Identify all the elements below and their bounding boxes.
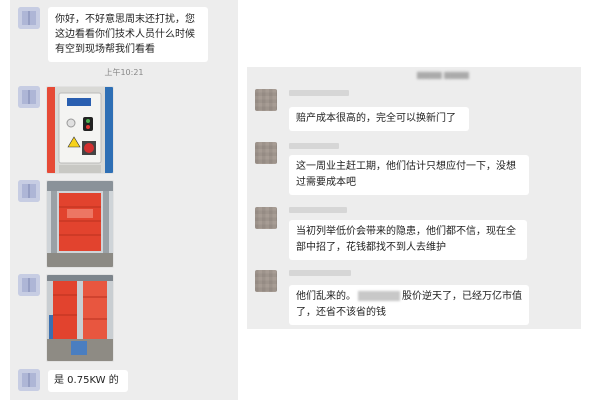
message-text-prefix: 他们乱来的。 (296, 291, 356, 302)
image-message-site[interactable] (46, 274, 114, 362)
message-text: 是 0.75KW 的 (54, 375, 119, 386)
control-box-photo-icon (47, 87, 113, 173)
left-chat-panel: 你好，不好意思周末还打扰，您这边看看你们技术人员什么时候有空到现场帮我们看看 上… (10, 0, 238, 400)
message-timestamp: 上午10:21 (104, 68, 144, 77)
pixelated-name (289, 143, 339, 149)
pixelated-avatar[interactable] (255, 207, 277, 229)
redacted-name (358, 291, 400, 301)
pixelated-avatar[interactable] (255, 142, 277, 164)
avatar-image-icon (18, 369, 40, 391)
pixelated-avatar[interactable] (255, 270, 277, 292)
contact-avatar[interactable] (18, 369, 40, 391)
message-text: 赔产成本很高的，完全可以换新门了 (296, 113, 456, 124)
message-bubble[interactable]: 他们乱来的。 股价逆天了，已经万亿市值了，还省不该省的钱 (289, 285, 529, 325)
right-chat-panel: ▆▆▆▆ ▆▆▆▆ 赔产成本很高的，完全可以换新门了 这一周业主赶工期，他们估计… (247, 67, 581, 329)
message-bubble[interactable]: 你好，不好意思周末还打扰，您这边看看你们技术人员什么时候有空到现场帮我们看看 (48, 7, 208, 62)
contact-avatar[interactable] (18, 180, 40, 202)
message-text: 这一周业主赶工期，他们估计只想应付一下，没想过需要成本吧 (296, 161, 516, 188)
pixelated-name (289, 207, 347, 213)
image-message-control-box[interactable] (46, 86, 114, 174)
pixelated-name (289, 270, 351, 276)
message-bubble[interactable]: 是 0.75KW 的 (48, 370, 128, 392)
image-message-rapid-door[interactable] (46, 180, 114, 268)
avatar-image-icon (18, 7, 40, 29)
pixelated-avatar[interactable] (255, 89, 277, 111)
message-text: 当初列举低价会带来的隐患，他们都不信，现在全部中招了，花钱都找不到人去维护 (296, 226, 516, 253)
message-text: 你好，不好意思周末还打扰，您这边看看你们技术人员什么时候有空到现场帮我们看看 (55, 14, 195, 55)
message-bubble[interactable]: 这一周业主赶工期，他们估计只想应付一下，没想过需要成本吧 (289, 155, 529, 195)
avatar-image-icon (18, 274, 40, 296)
rapid-door-site-photo-icon (47, 275, 113, 361)
message-bubble[interactable]: 当初列举低价会带来的隐患，他们都不信，现在全部中招了，花钱都找不到人去维护 (289, 220, 527, 260)
contact-avatar[interactable] (18, 274, 40, 296)
avatar-image-icon (18, 180, 40, 202)
avatar-image-icon (18, 86, 40, 108)
contact-avatar[interactable] (18, 7, 40, 29)
message-bubble[interactable]: 赔产成本很高的，完全可以换新门了 (289, 107, 469, 131)
blurred-timestamp: ▆▆▆▆ ▆▆▆▆ (417, 70, 469, 79)
pixelated-name (289, 90, 349, 96)
rapid-door-photo-icon (47, 181, 113, 267)
contact-avatar[interactable] (18, 86, 40, 108)
